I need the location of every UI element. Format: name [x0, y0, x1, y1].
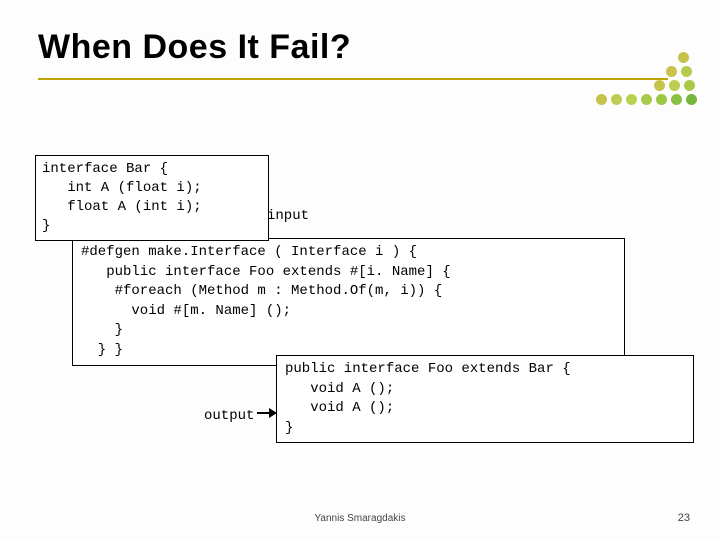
dot-icon: [596, 94, 607, 105]
dot-icon: [684, 80, 695, 91]
dot-icon: [666, 66, 677, 77]
dot-icon: [654, 80, 665, 91]
defgen-code-box: #defgen make.Interface ( Interface i ) {…: [72, 238, 625, 366]
dot-icon: [611, 94, 622, 105]
title-underline: [38, 78, 668, 80]
slide-author: Yannis Smaragdakis: [0, 513, 720, 524]
dot-icon: [656, 94, 667, 105]
dot-icon: [641, 94, 652, 105]
dot-icon: [671, 94, 682, 105]
slide-number: 23: [678, 512, 690, 524]
dot-icon: [678, 52, 689, 63]
input-label: input: [267, 208, 309, 224]
dot-icon: [626, 94, 637, 105]
arrow-output: [257, 412, 275, 414]
slide-decoration-dots: [596, 50, 706, 112]
input-code-box: interface Bar { int A (float i); float A…: [35, 155, 269, 241]
output-label: output: [204, 408, 254, 424]
dot-icon: [686, 94, 697, 105]
output-code-box: public interface Foo extends Bar { void …: [276, 355, 694, 443]
slide-title: When Does It Fail?: [38, 28, 351, 67]
dot-icon: [669, 80, 680, 91]
dot-icon: [681, 66, 692, 77]
